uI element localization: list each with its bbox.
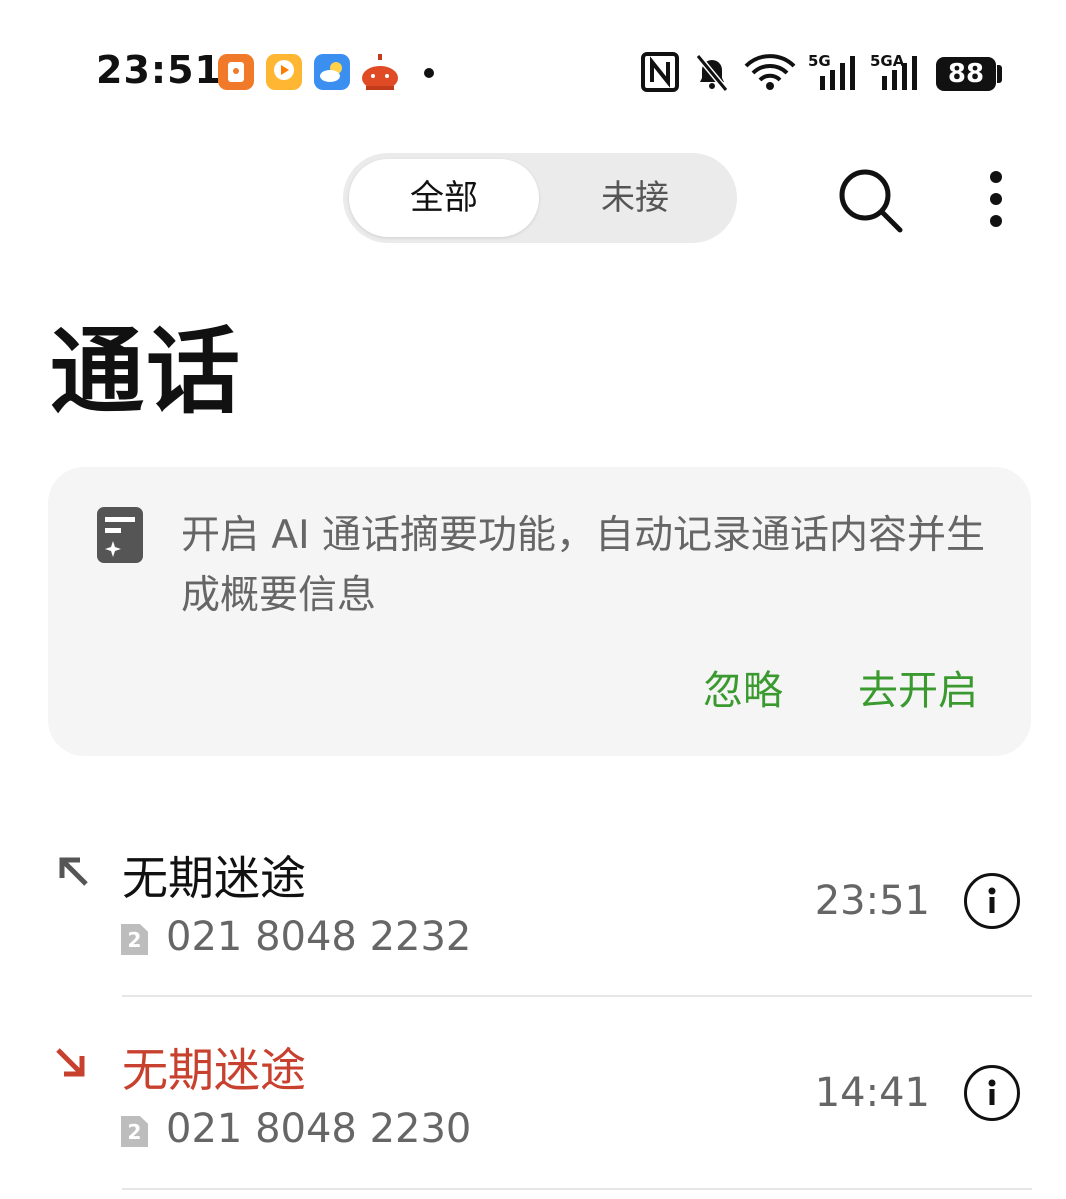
lantern-app-icon: [360, 52, 400, 92]
status-time: 23:51: [96, 48, 222, 92]
row-divider: [122, 995, 1032, 997]
ai-summary-icon: [95, 505, 145, 569]
call-contact-name[interactable]: 无期迷途: [122, 1034, 306, 1100]
missed-call-icon: [54, 1046, 88, 1084]
call-number: 021 8048 2232: [166, 914, 472, 960]
call-time: 14:41: [814, 1070, 930, 1116]
more-options-icon[interactable]: [985, 168, 1007, 234]
notification-dot-icon: [424, 68, 434, 78]
call-info-icon[interactable]: [964, 873, 1020, 929]
ai-summary-text: 开启 AI 通话摘要功能，自动记录通话内容并生成概要信息: [181, 513, 985, 618]
call-info-icon[interactable]: [964, 1065, 1020, 1121]
tab-missed[interactable]: 未接: [540, 159, 730, 237]
enable-button[interactable]: 去开启: [858, 658, 978, 716]
call-contact-name[interactable]: 无期迷途: [122, 842, 306, 908]
search-icon[interactable]: [836, 166, 906, 240]
signal-5ga-icon: 5GA: [870, 52, 922, 92]
sim-2-icon: 2: [121, 1116, 148, 1147]
call-time: 23:51: [814, 878, 930, 924]
tab-all[interactable]: 全部: [349, 159, 539, 237]
call-number: 021 8048 2230: [166, 1106, 472, 1152]
outgoing-call-icon: [56, 854, 90, 892]
battery-tip: [997, 65, 1002, 83]
sim-2-icon: 2: [121, 924, 148, 955]
ignore-button[interactable]: 忽略: [703, 658, 783, 716]
video-app-icon: [266, 54, 302, 90]
weather-app-icon: [314, 54, 350, 90]
wifi-icon: [744, 52, 796, 96]
row-divider: [122, 1188, 1032, 1190]
battery-level: 88: [936, 57, 996, 91]
nfc-icon: [641, 52, 679, 96]
mute-bell-icon: [692, 52, 732, 96]
red-envelope-app-icon: [218, 54, 254, 90]
signal-5g-icon: 5G: [808, 52, 860, 92]
page-title: 通话: [50, 318, 243, 427]
